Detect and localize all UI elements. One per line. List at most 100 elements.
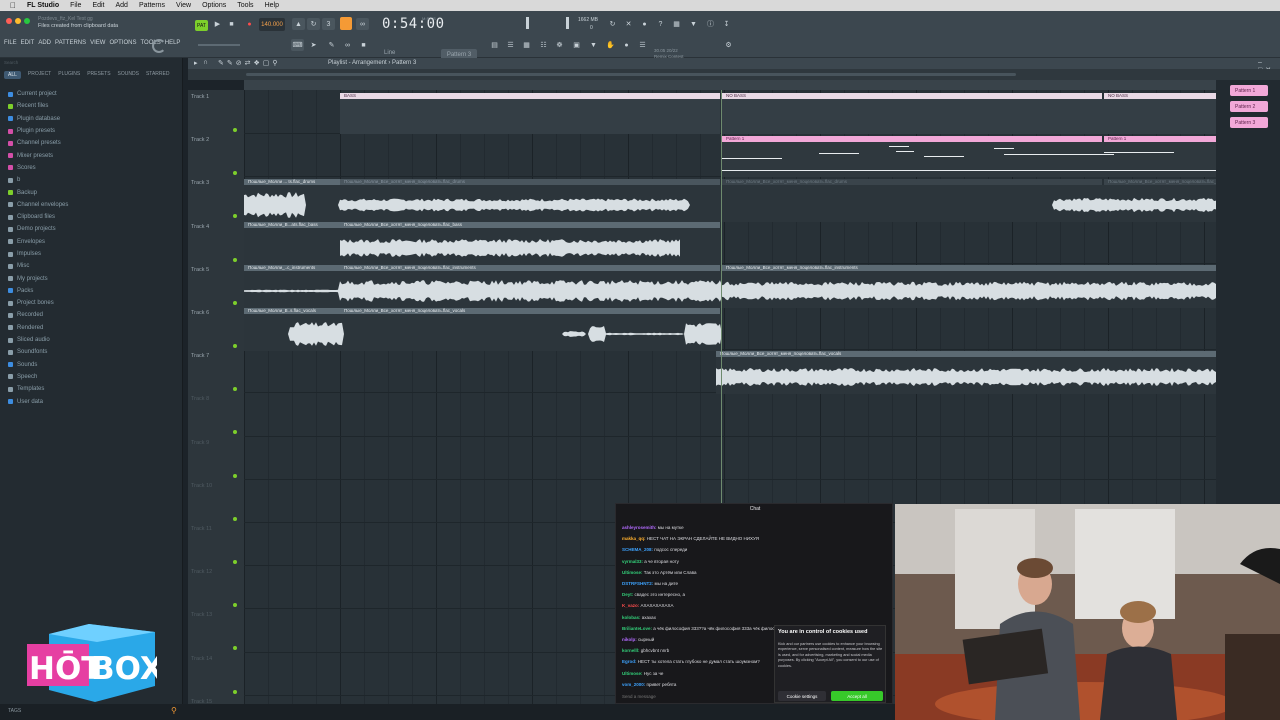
track-mute-led[interactable]	[233, 257, 237, 262]
browser-folder-item[interactable]: Scores	[8, 162, 68, 174]
pin-icon[interactable]: ●	[620, 39, 633, 51]
browser-folder-item[interactable]: Soundfonts	[8, 346, 68, 358]
cookie-accept-button[interactable]: Accept all	[831, 691, 883, 701]
track-mute-led[interactable]	[233, 689, 237, 694]
chat-username[interactable]: Ultimose:	[622, 570, 643, 575]
chat-username[interactable]: Ultimose:	[622, 671, 643, 676]
countdown-icon[interactable]: 3	[322, 18, 335, 30]
track-name[interactable]: Track 7	[191, 353, 209, 359]
fl-menu-options[interactable]: OPTIONS	[109, 40, 136, 46]
menu-help[interactable]: Help	[265, 2, 279, 9]
magnet-icon[interactable]: ∩	[203, 59, 208, 66]
browser-folder-item[interactable]: Project bones	[8, 297, 68, 309]
track-mute-led[interactable]	[233, 344, 237, 348]
chat-username[interactable]: nikolp:	[622, 637, 637, 642]
browser-tab-plugins[interactable]: PLUGINS	[58, 71, 80, 79]
chat-username[interactable]: Deyt:	[622, 592, 633, 597]
info-icon[interactable]: ⓘ	[704, 18, 717, 30]
loop-record-icon[interactable]: ∞	[356, 18, 369, 30]
record-button[interactable]: ●	[243, 18, 256, 30]
browser-folder-item[interactable]: Speech	[8, 371, 68, 383]
browser-folder-item[interactable]: My projects	[8, 272, 68, 284]
menu-view[interactable]: View	[176, 2, 191, 9]
browser-folder-item[interactable]: Misc	[8, 260, 68, 272]
touch-icon[interactable]: ✋	[604, 39, 617, 51]
channel-rack-icon[interactable]: ▦	[520, 39, 533, 51]
plugin-picker-icon[interactable]: ▼	[687, 18, 700, 30]
snap-select[interactable]: Line	[384, 50, 395, 56]
track-name[interactable]: Track 12	[191, 569, 212, 575]
wait-input-icon[interactable]: ↻	[307, 18, 320, 30]
track-mute-led[interactable]	[233, 171, 237, 176]
browser-folder-item[interactable]: User data	[8, 395, 68, 407]
fl-menu-file[interactable]: FILE	[4, 40, 17, 46]
template-icon[interactable]: ▣	[570, 39, 583, 51]
track-mute-led[interactable]	[233, 300, 237, 305]
browser-folder-item[interactable]: Templates	[8, 383, 68, 395]
apple-icon[interactable]: 	[10, 1, 16, 10]
browser-folder-item[interactable]: Channel envelopes	[8, 199, 68, 211]
arrow-right-icon[interactable]: ➤	[307, 39, 320, 51]
menu-tools[interactable]: Tools	[237, 2, 253, 9]
help-icon[interactable]: ?	[654, 18, 667, 30]
menu-edit[interactable]: Edit	[92, 2, 104, 9]
browser-folder-item[interactable]: Envelopes	[8, 236, 68, 248]
reset-icon[interactable]: ↻	[606, 18, 619, 30]
chat-username[interactable]: kornelll:	[622, 648, 640, 653]
track-name[interactable]: Track 1	[191, 94, 209, 100]
blend-notes-button[interactable]	[340, 17, 352, 30]
master-pitch-slider[interactable]	[566, 17, 569, 29]
track-name[interactable]: Track 8	[191, 396, 209, 402]
horizontal-scrollbar[interactable]	[246, 73, 1016, 76]
playlist-tools-icon[interactable]: ✎✎⊘⇄❖▢⚲	[218, 59, 280, 67]
brush-icon[interactable]: ✎	[325, 39, 338, 51]
play-button[interactable]: ▶	[211, 18, 224, 30]
fl-menu-patterns[interactable]: PATTERNS	[55, 40, 86, 46]
track-name[interactable]: Track 6	[191, 310, 209, 316]
stop-button[interactable]: ■	[225, 18, 238, 30]
time-ruler[interactable]	[244, 80, 1216, 90]
track-name[interactable]: Track 13	[191, 612, 212, 618]
menu-app-name[interactable]: FL Studio	[27, 2, 59, 9]
menu-add[interactable]: Add	[116, 2, 128, 9]
chat-username[interactable]: Egrod:	[622, 659, 637, 664]
browser-folder-item[interactable]: Rendered	[8, 322, 68, 334]
download-icon[interactable]: ↧	[720, 18, 733, 30]
stamp-icon[interactable]: ■	[357, 39, 370, 51]
browser-folder-item[interactable]: Current project	[8, 88, 68, 100]
track-name[interactable]: Track 15	[191, 699, 212, 705]
close-tools-icon[interactable]: ✕	[622, 18, 635, 30]
menu-file[interactable]: File	[70, 2, 81, 9]
clip-body[interactable]	[722, 99, 1216, 134]
track-name[interactable]: Track 2	[191, 137, 209, 143]
browser-folder-item[interactable]: Mixer presets	[8, 149, 68, 161]
track-name[interactable]: Track 10	[191, 483, 212, 489]
chat-username[interactable]: BrilianteLove:	[622, 626, 652, 631]
microphone-icon[interactable]: ●	[638, 18, 651, 30]
chat-username[interactable]: DSTRFSHNT2:	[622, 581, 653, 586]
menu-patterns[interactable]: Patterns	[139, 2, 165, 9]
browser-search-input[interactable]: Search	[4, 60, 18, 65]
browser-folder-item[interactable]: Recent files	[8, 100, 68, 112]
fl-menu-add[interactable]: ADD	[38, 40, 51, 46]
piano-roll-icon[interactable]: ⌨	[291, 39, 304, 51]
search-icon[interactable]: ⚲	[171, 706, 177, 715]
browser-folder-item[interactable]: Clipboard files	[8, 211, 68, 223]
chat-username[interactable]: K_vazo:	[622, 603, 639, 608]
track-name[interactable]: Track 4	[191, 224, 209, 230]
track-mute-led[interactable]	[233, 128, 237, 132]
browser-folder-item[interactable]: Demo projects	[8, 223, 68, 235]
track-name[interactable]: Track 14	[191, 656, 212, 662]
browser-folder-item[interactable]: Plugin database	[8, 113, 68, 125]
chat-input[interactable]: Send a message	[622, 694, 656, 699]
pattern-picker-item[interactable]: Pattern 1	[1230, 85, 1268, 96]
browser-folder-item[interactable]: Backup	[8, 186, 68, 198]
track-mute-led[interactable]	[233, 387, 237, 392]
browser-folder-item[interactable]: b	[8, 174, 68, 186]
track-mute-led[interactable]	[233, 430, 237, 435]
fl-menu-view[interactable]: VIEW	[90, 40, 105, 46]
chat-username[interactable]: SCHEMA_208:	[622, 547, 653, 552]
pitch-slider[interactable]	[526, 17, 529, 29]
master-volume-slider[interactable]	[198, 44, 240, 46]
zoom-window-button[interactable]	[24, 18, 30, 24]
